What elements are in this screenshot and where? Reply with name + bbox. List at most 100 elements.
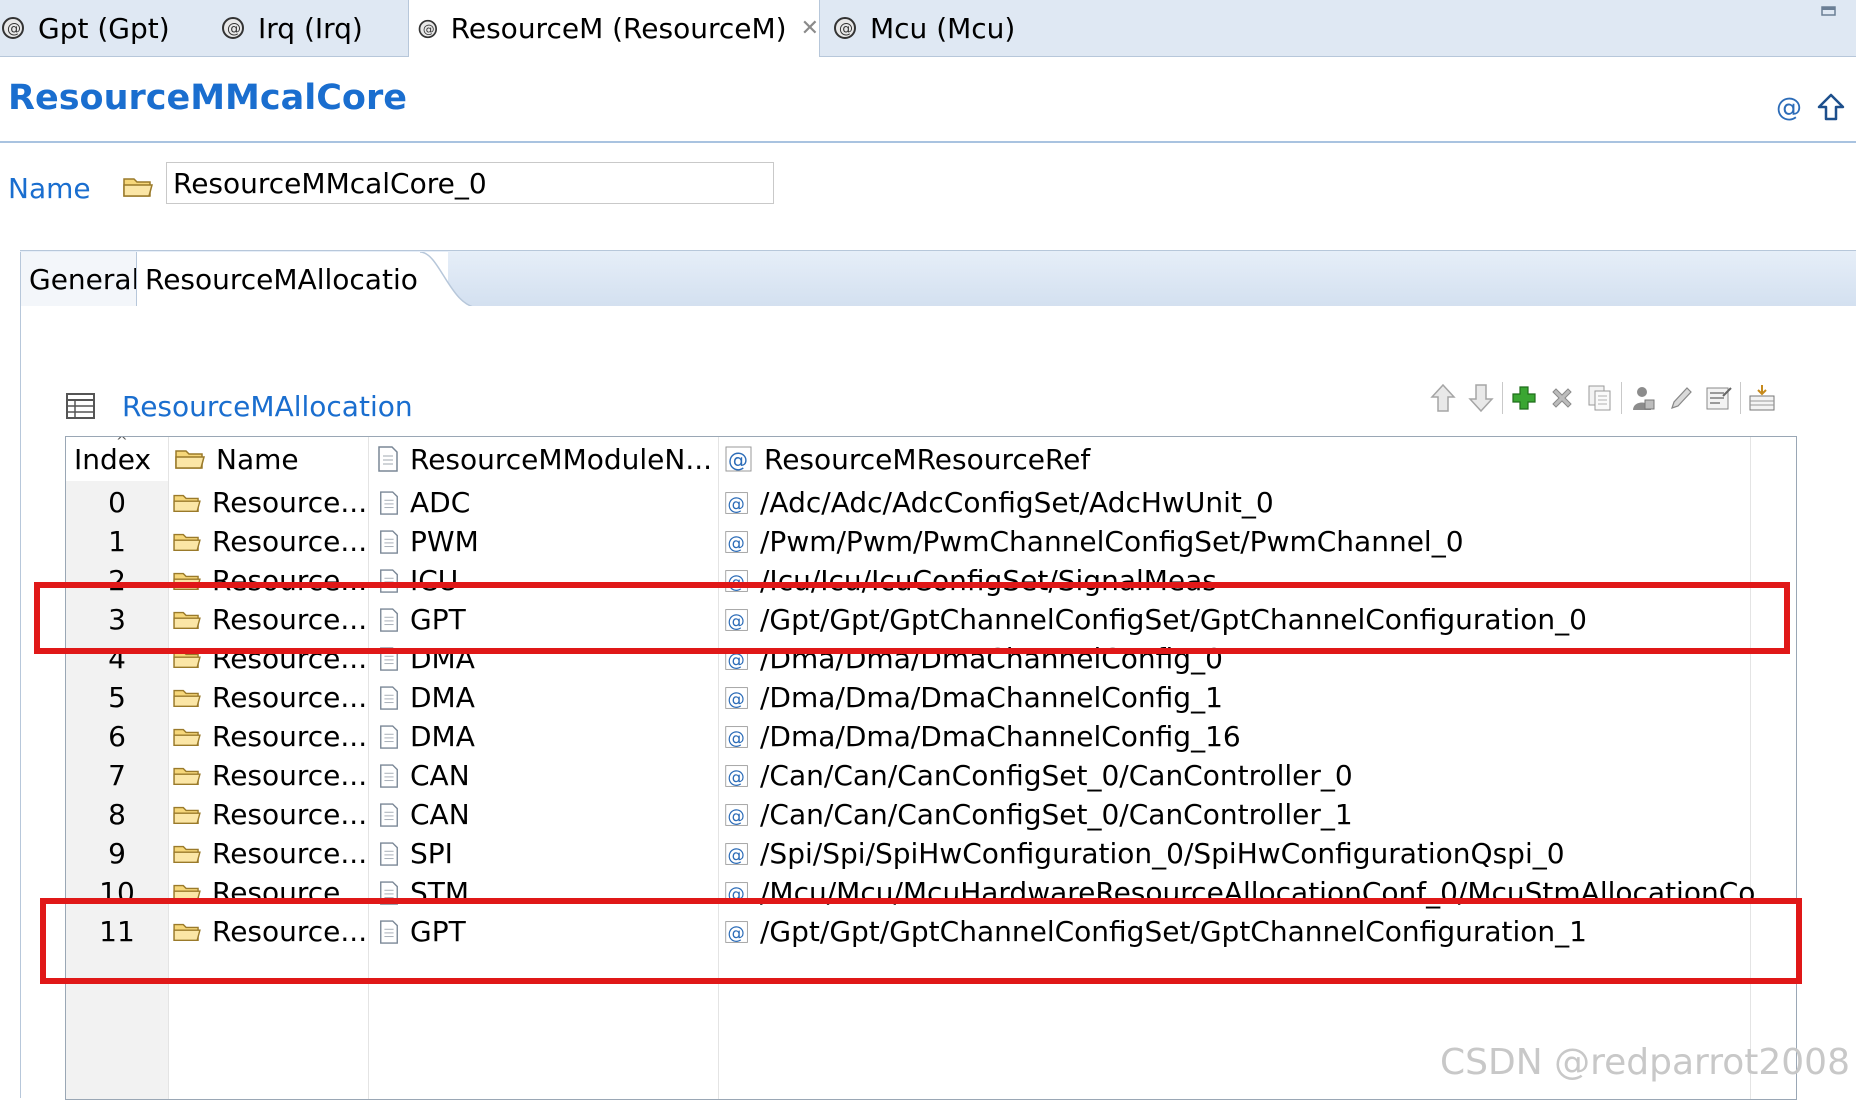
module-config-icon: @ xyxy=(222,17,244,39)
user-icon[interactable] xyxy=(1624,379,1662,417)
cell-module[interactable]: ADC xyxy=(372,483,718,522)
svg-text:@: @ xyxy=(727,533,744,553)
column-header-index[interactable]: ^ Index xyxy=(74,437,151,481)
reference-icon: @ xyxy=(725,803,748,826)
tab-general[interactable]: General xyxy=(20,252,139,307)
tab-label: ResourceMAllocation xyxy=(145,263,436,296)
cell-name[interactable]: Resource... xyxy=(168,795,370,834)
svg-text:@: @ xyxy=(727,845,744,865)
module-config-icon: @ xyxy=(834,17,856,39)
cell-module[interactable]: PWM xyxy=(372,522,718,561)
insert-icon[interactable] xyxy=(1743,379,1781,417)
svg-text:@: @ xyxy=(1776,93,1802,122)
cell-ref-text: /Can/Can/CanConfigSet_0/CanController_0 xyxy=(760,759,1353,792)
cell-name-text: Resource... xyxy=(212,759,368,792)
cell-module[interactable]: DMA xyxy=(372,678,718,717)
add-icon[interactable] xyxy=(1505,379,1543,417)
editor-tab-gpt[interactable]: @ Gpt (Gpt) xyxy=(0,0,200,56)
document-icon xyxy=(378,446,398,472)
toolbar-separator xyxy=(1502,382,1503,414)
cell-name[interactable]: Resource... xyxy=(168,678,370,717)
cell-module[interactable]: SPI xyxy=(372,834,718,873)
move-down-icon[interactable] xyxy=(1462,379,1500,417)
cell-module-text: DMA xyxy=(410,720,475,753)
at-reference-icon[interactable]: @ xyxy=(1774,92,1804,122)
reference-icon: @ xyxy=(725,725,748,748)
cell-resource-ref[interactable]: @ /Dma/Dma/DmaChannelConfig_16 xyxy=(718,717,1796,756)
header-actions: @ xyxy=(1774,92,1846,122)
column-header-label: ResourceMResourceRef xyxy=(764,442,1091,476)
close-icon[interactable]: ✕ xyxy=(801,16,819,41)
reference-icon: @ xyxy=(725,686,748,709)
editor-tab-label: ResourceM (ResourceM) xyxy=(450,12,787,45)
header-divider xyxy=(0,141,1856,143)
cell-module-text: CAN xyxy=(410,798,470,831)
svg-text:@: @ xyxy=(7,21,21,37)
document-icon xyxy=(380,490,398,515)
cell-resource-ref[interactable]: @ /Pwm/Pwm/PwmChannelConfigSet/PwmChannel… xyxy=(718,522,1796,561)
folder-icon xyxy=(173,767,201,785)
table-row[interactable]: 1 Resource... PWM @ /Pwm/Pwm/PwmChannelConfi… xyxy=(66,522,1796,561)
document-icon xyxy=(380,685,398,710)
svg-text:@: @ xyxy=(839,21,853,37)
reference-icon: @ xyxy=(725,764,748,787)
copy-icon[interactable] xyxy=(1581,379,1619,417)
cell-resource-ref[interactable]: @ /Can/Can/CanConfigSet_0/CanController_0 xyxy=(718,756,1796,795)
table-row[interactable]: 0 Resource... ADC @ /Adc/Adc/AdcConfigSet/Ad… xyxy=(66,483,1796,522)
column-header-module[interactable]: ResourceMModuleN... xyxy=(376,437,712,481)
folder-icon xyxy=(173,689,201,707)
restore-icon[interactable] xyxy=(1820,4,1838,18)
cell-ref-text: /Pwm/Pwm/PwmChannelConfigSet/PwmChannel_… xyxy=(760,525,1464,558)
reference-icon: @ xyxy=(725,446,752,472)
cell-ref-text: /Can/Can/CanConfigSet_0/CanController_1 xyxy=(760,798,1353,831)
table-row[interactable]: 9 Resource... SPI @ /Spi/Spi/SpiHwConfigurat… xyxy=(66,834,1796,873)
move-up-icon[interactable] xyxy=(1424,379,1462,417)
cell-resource-ref[interactable]: @ /Can/Can/CanConfigSet_0/CanController_1 xyxy=(718,795,1796,834)
cell-resource-ref[interactable]: @ /Dma/Dma/DmaChannelConfig_1 xyxy=(718,678,1796,717)
cell-module[interactable]: CAN xyxy=(372,795,718,834)
tab-resourcemallocation[interactable]: ResourceMAllocation xyxy=(136,252,448,307)
edit-icon[interactable] xyxy=(1662,379,1700,417)
cell-name[interactable]: Resource... xyxy=(168,834,370,873)
table-row[interactable]: 5 Resource... DMA @ /Dma/Dma/DmaChannelConfi… xyxy=(66,678,1796,717)
column-header-name[interactable]: Name xyxy=(174,437,299,481)
cell-module[interactable]: DMA xyxy=(372,717,718,756)
delete-icon[interactable] xyxy=(1543,379,1581,417)
cell-name[interactable]: Resource... xyxy=(168,522,370,561)
cell-name-text: Resource... xyxy=(212,837,368,870)
editor-tab-irq[interactable]: @ Irq (Irq) xyxy=(220,0,400,56)
cell-index: 7 xyxy=(108,759,126,792)
table-row[interactable]: 6 Resource... DMA @ /Dma/Dma/DmaChannelConfi… xyxy=(66,717,1796,756)
cell-name[interactable]: Resource... xyxy=(168,483,370,522)
svg-text:@: @ xyxy=(727,689,744,709)
go-up-arrow-icon[interactable] xyxy=(1816,92,1846,122)
highlight-box-row-3 xyxy=(34,582,1790,654)
reference-icon: @ xyxy=(725,491,748,514)
column-header-label: Name xyxy=(216,442,299,476)
editor-tab-mcu[interactable]: @ Mcu (Mcu) xyxy=(832,0,1062,56)
cell-ref-text: /Dma/Dma/DmaChannelConfig_16 xyxy=(760,720,1241,753)
name-label: Name xyxy=(8,172,91,205)
folder-icon xyxy=(173,533,201,551)
editor-tab-bar: @ Gpt (Gpt) @ Irq (Irq) @ ResourceM (Res… xyxy=(0,0,1856,57)
column-header-ref[interactable]: @ ResourceMResourceRef xyxy=(724,437,1090,481)
folder-icon xyxy=(173,845,201,863)
properties-icon[interactable] xyxy=(1700,379,1738,417)
table-row[interactable]: 8 Resource... CAN @ /Can/Can/CanConfigSet_0/… xyxy=(66,795,1796,834)
svg-text:@: @ xyxy=(423,22,435,36)
cell-module[interactable]: CAN xyxy=(372,756,718,795)
editor-tab-resourcem[interactable]: @ ResourceM (ResourceM) ✕ xyxy=(408,0,820,57)
cell-index: 9 xyxy=(108,837,126,870)
cell-name[interactable]: Resource... xyxy=(168,717,370,756)
svg-text:@: @ xyxy=(227,21,241,37)
cell-name[interactable]: Resource... xyxy=(168,756,370,795)
name-field[interactable] xyxy=(166,162,774,204)
cell-name-text: Resource... xyxy=(212,681,368,714)
cell-name-text: Resource... xyxy=(212,720,368,753)
cell-resource-ref[interactable]: @ /Adc/Adc/AdcConfigSet/AdcHwUnit_0 xyxy=(718,483,1796,522)
cell-resource-ref[interactable]: @ /Spi/Spi/SpiHwConfiguration_0/SpiHwConf… xyxy=(718,834,1796,873)
cell-ref-text: /Dma/Dma/DmaChannelConfig_1 xyxy=(760,681,1223,714)
section-title: ResourceMAllocation xyxy=(122,390,413,423)
column-header-label: Index xyxy=(74,442,152,476)
table-row[interactable]: 7 Resource... CAN @ /Can/Can/CanConfigSet_0/… xyxy=(66,756,1796,795)
